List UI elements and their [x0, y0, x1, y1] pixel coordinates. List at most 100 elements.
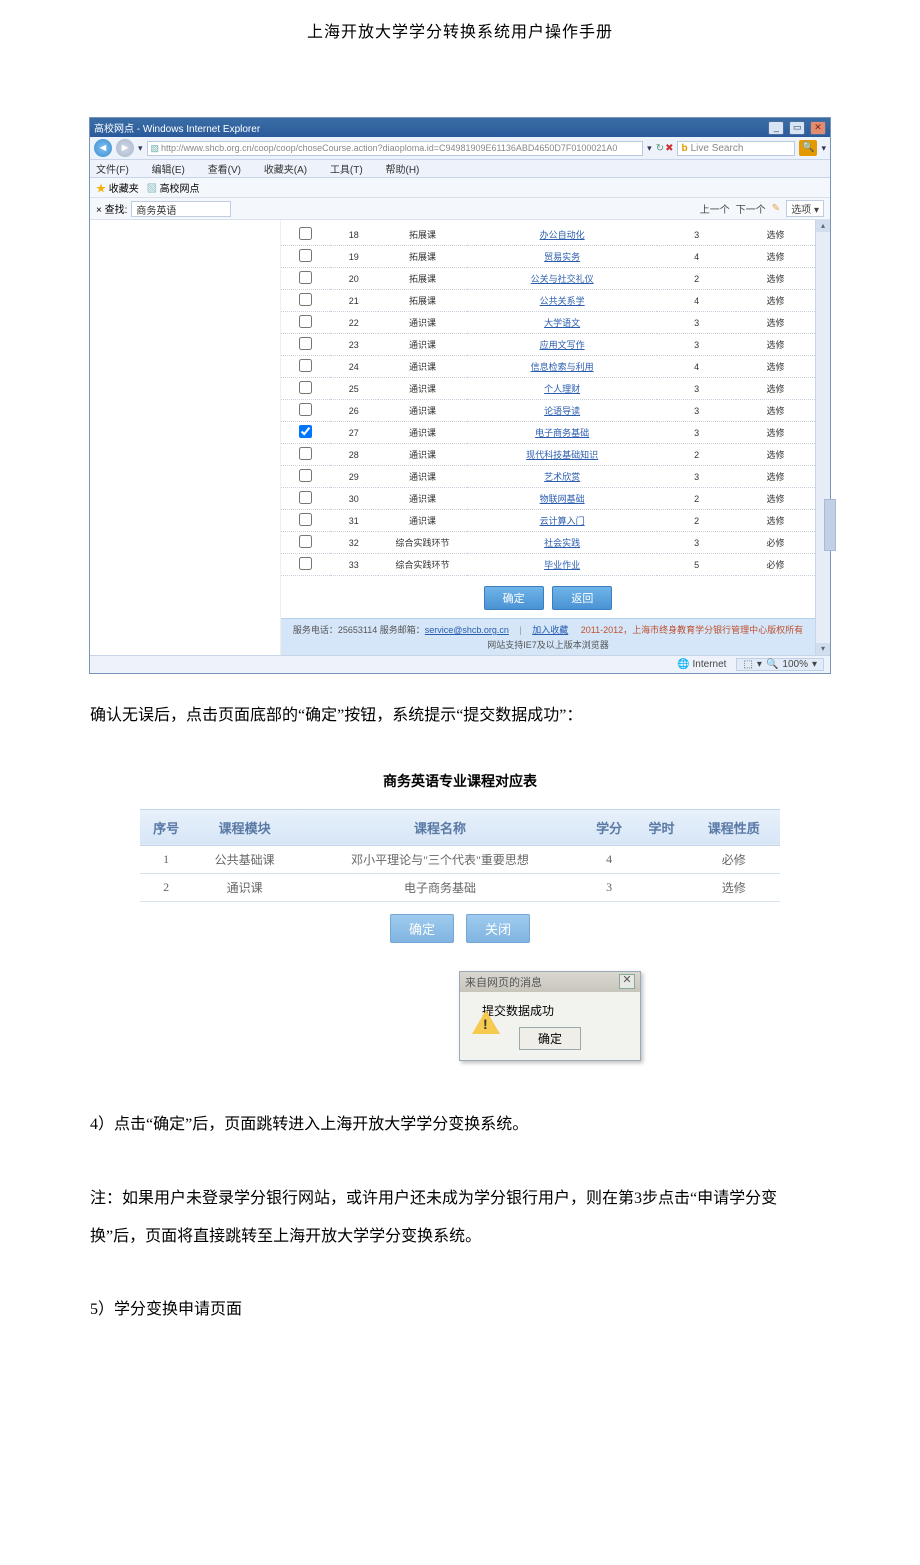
th-module: 课程模块 [192, 809, 297, 845]
stop-icon[interactable]: ✖ [665, 143, 673, 154]
row-type: 通识课 [378, 356, 467, 378]
row-checkbox[interactable] [299, 491, 312, 504]
menu-favorites[interactable]: 收藏夹(A) [264, 165, 317, 176]
row-name: 物联网基础 [467, 488, 657, 510]
search-button[interactable]: 🔍 [799, 140, 817, 156]
course-link[interactable]: 云计算入门 [540, 516, 585, 526]
row-type: 通识课 [378, 422, 467, 444]
scroll-up-icon[interactable]: ▴ [816, 220, 830, 232]
menu-file[interactable]: 文件(F) [96, 165, 139, 176]
row-checkbox[interactable] [299, 381, 312, 394]
course-row: 31通识课云计算入门2选修 [281, 510, 815, 532]
course-link[interactable]: 毕业作业 [544, 560, 580, 570]
course-link[interactable]: 应用文写作 [540, 340, 585, 350]
footer-mail-link[interactable]: service@shcb.org.cn [425, 625, 509, 635]
row-name: 毕业作业 [467, 554, 657, 576]
find-next[interactable]: 下一个 [736, 201, 766, 216]
row-type: 拓展课 [378, 224, 467, 246]
favorites-button[interactable]: ★ 收藏夹 [96, 180, 139, 195]
course-link[interactable]: 公共关系学 [540, 296, 585, 306]
course-row: 28通识课现代科技基础知识2选修 [281, 444, 815, 466]
row-checkbox[interactable] [299, 337, 312, 350]
row-checkbox[interactable] [299, 359, 312, 372]
course-row: 29通识课艺术欣赏3选修 [281, 466, 815, 488]
course-row: 32综合实践环节社会实践3必修 [281, 532, 815, 554]
row-no: 33 [330, 554, 379, 576]
row-type: 通识课 [378, 444, 467, 466]
zoom-control[interactable]: ⬚▾ 🔍 100%▾ [736, 658, 824, 671]
row-nature: 选修 [736, 422, 815, 444]
scroll-thumb[interactable] [824, 499, 836, 551]
course-row: 25通识课个人理财3选修 [281, 378, 815, 400]
submit-button[interactable]: 确定 [484, 586, 544, 610]
course-link[interactable]: 个人理财 [544, 384, 580, 394]
dropdown-icon[interactable]: ▾ [138, 143, 143, 154]
refresh-icon[interactable]: ↻ [656, 143, 664, 154]
mapping-row: 1公共基础课邓小平理论与"三个代表"重要思想4必修 [140, 845, 780, 873]
back-button-form[interactable]: 返回 [552, 586, 612, 610]
menu-edit[interactable]: 编辑(E) [152, 165, 195, 176]
course-link[interactable]: 电子商务基础 [535, 428, 589, 438]
page-icon: ▧ [147, 184, 157, 195]
back-button[interactable]: ◄ [94, 139, 112, 157]
course-link[interactable]: 贸易实务 [544, 252, 580, 262]
row-checkbox[interactable] [299, 557, 312, 570]
search-dropdown-icon[interactable]: ▾ [821, 143, 826, 154]
forward-button[interactable]: ► [116, 139, 134, 157]
course-link[interactable]: 论语导读 [544, 406, 580, 416]
course-link[interactable]: 信息检索与利用 [531, 362, 594, 372]
alert-ok-button[interactable]: 确定 [519, 1027, 581, 1050]
fav-item[interactable]: ▧ 高校网点 [147, 180, 200, 195]
row-checkbox[interactable] [299, 535, 312, 548]
address-bar[interactable]: ▧ http://www.shcb.org.cn/coop/coop/chose… [147, 141, 644, 156]
row-no: 30 [330, 488, 379, 510]
row-nature: 选修 [736, 246, 815, 268]
course-link[interactable]: 公关与社交礼仪 [531, 274, 594, 284]
footer-fav-link[interactable]: 加入收藏 [532, 625, 568, 635]
minimize-icon[interactable]: _ [768, 121, 784, 135]
row-type: 通识课 [378, 466, 467, 488]
find-prev[interactable]: 上一个 [700, 201, 730, 216]
search-box[interactable]: b Live Search [677, 141, 795, 156]
menu-help[interactable]: 帮助(H) [386, 165, 430, 176]
find-options[interactable]: 选项 ▾ [786, 200, 824, 217]
row-checkbox[interactable] [299, 249, 312, 262]
find-input[interactable]: 商务英语 [131, 201, 231, 217]
mapping-close-button[interactable]: 关闭 [466, 914, 530, 943]
row-checkbox[interactable] [299, 469, 312, 482]
row-credit: 4 [657, 356, 736, 378]
mapping-ok-button[interactable]: 确定 [390, 914, 454, 943]
row-credit: 2 [657, 268, 736, 290]
row-checkbox[interactable] [299, 447, 312, 460]
row-credit: 3 [657, 400, 736, 422]
status-zone: 🌐 Internet [677, 659, 726, 670]
row-name: 论语导读 [467, 400, 657, 422]
row-no: 28 [330, 444, 379, 466]
course-link[interactable]: 办公自动化 [540, 230, 585, 240]
row-no: 22 [330, 312, 379, 334]
course-link[interactable]: 大学语文 [544, 318, 580, 328]
highlight-icon[interactable]: ✎ [772, 203, 780, 214]
course-link[interactable]: 艺术欣赏 [544, 472, 580, 482]
row-checkbox[interactable] [299, 403, 312, 416]
row-checkbox[interactable] [299, 315, 312, 328]
scroll-down-icon[interactable]: ▾ [816, 643, 830, 655]
course-link[interactable]: 物联网基础 [540, 494, 585, 504]
row-checkbox[interactable] [299, 513, 312, 526]
row-checkbox[interactable] [299, 227, 312, 240]
row-checkbox[interactable] [299, 425, 312, 438]
close-icon[interactable]: ✕ [810, 121, 826, 135]
url-dropdown-icon[interactable]: ▾ [647, 143, 652, 154]
row-no: 27 [330, 422, 379, 444]
row-checkbox[interactable] [299, 271, 312, 284]
course-link[interactable]: 现代科技基础知识 [526, 450, 598, 460]
scrollbar[interactable]: ▴ ▾ [815, 220, 830, 655]
row-type: 通识课 [378, 400, 467, 422]
menu-tools[interactable]: 工具(T) [330, 165, 373, 176]
m-hour [635, 845, 687, 873]
row-checkbox[interactable] [299, 293, 312, 306]
maximize-icon[interactable]: ▭ [789, 121, 805, 135]
course-link[interactable]: 社会实践 [544, 538, 580, 548]
menu-view[interactable]: 查看(V) [208, 165, 251, 176]
alert-close-icon[interactable]: ✕ [619, 974, 635, 989]
